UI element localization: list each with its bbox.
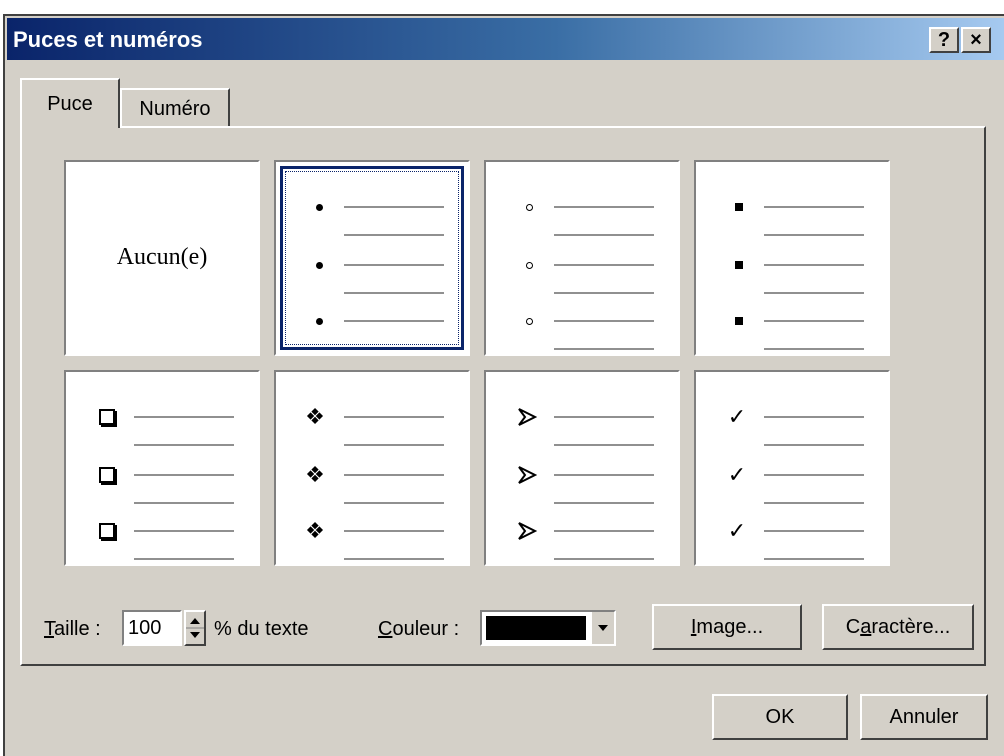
tab-numero[interactable]: Numéro — [120, 88, 230, 128]
cancel-button[interactable]: Annuler — [860, 694, 988, 740]
ok-button[interactable]: OK — [712, 694, 848, 740]
tab-puce[interactable]: Puce — [20, 78, 120, 128]
help-button[interactable]: ? — [929, 27, 959, 53]
title-bar[interactable]: Puces et numéros ? × — [7, 18, 1004, 60]
dialog-title: Puces et numéros — [13, 27, 203, 52]
tab-panel — [20, 126, 986, 666]
close-button[interactable]: × — [961, 27, 991, 53]
